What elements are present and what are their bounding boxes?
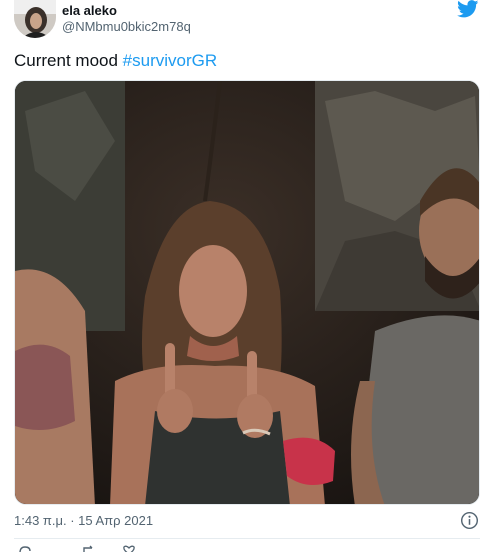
avatar-image [14,0,56,38]
tweet-text-prefix: Current mood [14,51,123,70]
divider [14,538,480,539]
reply-icon[interactable] [18,545,32,552]
media-photo [15,81,479,504]
tweet-text: Current mood #survivorGR [14,50,217,72]
author-names[interactable]: ela aleko @NMbmu0bkic2m78q [62,3,191,35]
twitter-bird-icon[interactable] [456,0,480,18]
tweet-media[interactable] [14,80,480,505]
tweet-timestamp[interactable]: 1:43 π.μ. · 15 Απρ 2021 [14,512,153,530]
author-display-name[interactable]: ela aleko [62,3,191,19]
author-handle[interactable]: @NMbmu0bkic2m78q [62,19,191,35]
like-icon[interactable] [122,545,136,552]
hashtag-link[interactable]: #survivorGR [123,51,217,70]
retweet-icon[interactable] [82,545,96,552]
tweet-header: ela aleko @NMbmu0bkic2m78q [14,0,484,42]
tweet-card: ela aleko @NMbmu0bkic2m78q Current mood … [0,0,495,552]
avatar[interactable] [14,0,56,38]
info-icon[interactable] [460,511,479,530]
tweet-actions [14,545,314,552]
